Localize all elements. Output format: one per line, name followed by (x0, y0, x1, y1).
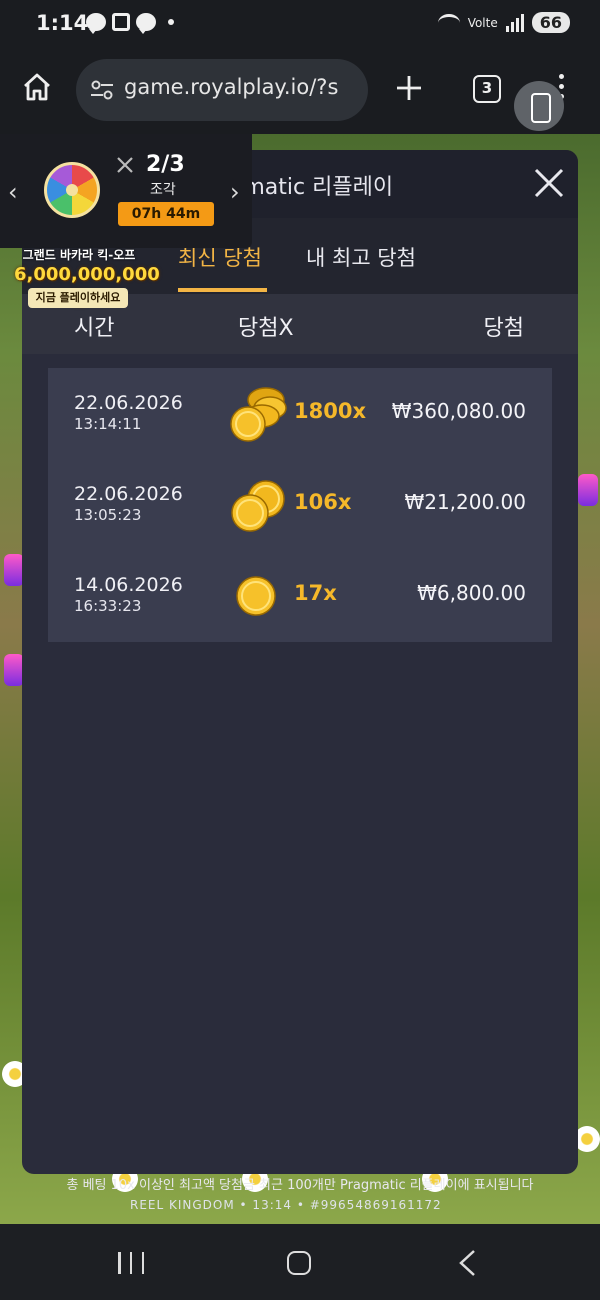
row-multiplier: 106x (294, 490, 352, 514)
promo-next-icon[interactable]: › (230, 178, 240, 206)
talk-icon (86, 13, 106, 34)
column-header-time: 시간 (74, 316, 115, 341)
system-icons: Volte 66 (437, 12, 570, 33)
prize-wheel-icon[interactable] (44, 162, 100, 218)
replay-footnote: 총 베팅 10x 이상인 최고액 당첨금 최근 100개만 Pragmatic … (66, 1178, 534, 1193)
status-time: 1:14 (36, 11, 89, 35)
table-row[interactable]: 22.06.2026 13:14:11 1800x ₩360,080.00 (48, 368, 552, 460)
row-time: 13:05:23 (74, 506, 142, 524)
message-icon (136, 13, 156, 34)
tab-switcher-button[interactable]: 3 (473, 75, 501, 103)
promo-timer: 07h 44m (118, 202, 214, 226)
row-amount: ₩360,080.00 (391, 399, 526, 423)
banner-title: 그랜드 바카라 킥-오프 (22, 248, 136, 262)
signal-icon (505, 13, 524, 32)
row-date: 22.06.2026 (74, 392, 183, 414)
address-bar[interactable]: game.royalplay.io/?s (76, 59, 368, 121)
url-text[interactable]: game.royalplay.io/?s (124, 75, 364, 99)
column-header-win: 당첨 (483, 316, 524, 341)
row-date: 22.06.2026 (74, 483, 183, 505)
notification-icons (86, 13, 174, 34)
table-row[interactable]: 14.06.2026 16:33:23 17x ₩6,800.00 (48, 550, 552, 642)
row-amount: ₩6,800.00 (417, 581, 526, 605)
close-icon[interactable] (532, 166, 566, 200)
promo-widget: ‹ 2/3 조각 07h 44m › 그랜드 바카라 킥-오프 6,000,00… (0, 134, 252, 310)
row-time: 16:33:23 (74, 597, 142, 615)
phone-icon[interactable] (514, 81, 564, 131)
battery-indicator: 66 (531, 12, 570, 33)
row-amount: ₩21,200.00 (404, 490, 526, 514)
more-notifications-icon (168, 19, 174, 25)
volte-label: Volte (467, 15, 498, 30)
promo-piece-unit: 조각 (150, 182, 176, 198)
promo-piece-count: 2/3 (146, 152, 185, 177)
promo-card[interactable]: ‹ 2/3 조각 07h 44m › (0, 134, 252, 248)
status-bar: 1:14 Volte 66 (0, 0, 600, 48)
gem-icon (578, 474, 598, 506)
back-icon[interactable] (456, 1248, 480, 1278)
row-multiplier: 1800x (294, 399, 366, 423)
promo-banner[interactable]: 그랜드 바카라 킥-오프 6,000,000,000원 지금 플레이하세요 (14, 246, 160, 310)
gem-icon (4, 554, 24, 586)
coin-stack-large-icon (230, 387, 287, 442)
tab-my-best-wins[interactable]: 내 최고 당첨 (306, 242, 416, 272)
column-header-multiplier: 당첨X (238, 316, 294, 341)
home-nav-icon[interactable] (287, 1251, 311, 1275)
site-settings-icon[interactable] (90, 79, 114, 101)
browser-toolbar: game.royalplay.io/?s 3 (0, 48, 600, 134)
home-icon[interactable] (22, 72, 52, 102)
recents-icon[interactable] (118, 1252, 144, 1274)
coin-single-icon (236, 576, 276, 616)
row-multiplier: 17x (294, 581, 337, 605)
promo-prev-icon[interactable]: ‹ (8, 178, 18, 206)
banner-play-button[interactable]: 지금 플레이하세요 (28, 288, 128, 308)
row-date: 14.06.2026 (74, 574, 183, 596)
coin-pair-icon (231, 480, 285, 532)
wifi-icon (437, 13, 460, 32)
gift-icon (112, 13, 130, 31)
table-row[interactable]: 22.06.2026 13:05:23 106x ₩21,200.00 (48, 459, 552, 551)
promo-close-icon[interactable] (116, 156, 134, 174)
new-tab-icon[interactable] (394, 73, 424, 103)
row-time: 13:14:11 (74, 415, 142, 433)
system-nav-bar (0, 1224, 600, 1300)
gem-icon (4, 654, 24, 686)
